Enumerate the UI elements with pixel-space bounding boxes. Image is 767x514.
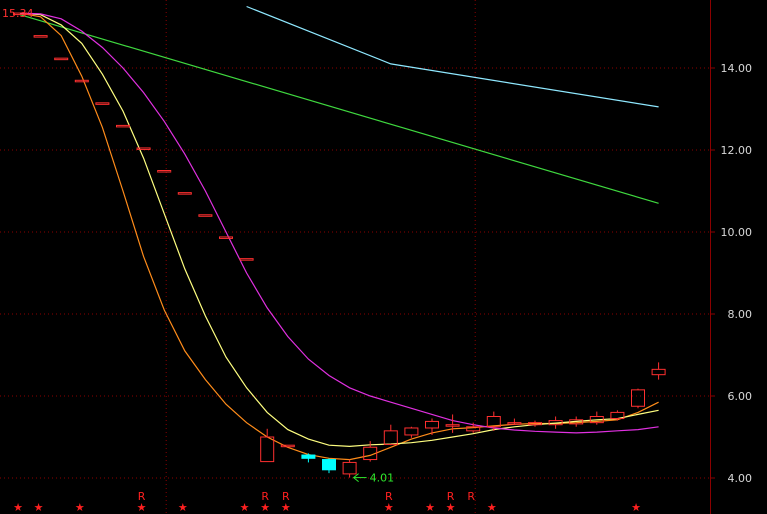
y-tick-label: 6.00 <box>728 390 753 403</box>
star-marker: ★ <box>240 501 250 514</box>
chart-background <box>0 0 767 514</box>
y-tick-label: 8.00 <box>728 308 753 321</box>
star-marker: ★ <box>631 501 641 514</box>
high-price-label: 15.34 <box>2 7 34 20</box>
candle-body <box>301 454 316 459</box>
star-marker: ★ <box>425 501 435 514</box>
star-marker: ★ <box>13 501 23 514</box>
star-marker: ★ <box>178 501 188 514</box>
star-marker: ★ <box>487 501 497 514</box>
r-marker: R <box>467 490 475 503</box>
r-marker: R <box>282 490 290 503</box>
r-marker: R <box>138 490 146 503</box>
y-tick-label: 12.00 <box>721 144 753 157</box>
r-marker: R <box>385 490 393 503</box>
r-marker: R <box>447 490 455 503</box>
candle-body <box>322 459 336 471</box>
r-marker: R <box>261 490 269 503</box>
y-tick-label: 14.00 <box>721 62 753 75</box>
star-marker: ★ <box>75 501 85 514</box>
y-tick-label: 10.00 <box>721 226 753 239</box>
low-price-label: 4.01 <box>370 472 395 485</box>
candlestick-chart: ★ ★ ★ ★ ★ ★ ★ ★ ★ ★ ★ ★ ★R R R R R R 15.34 4.01 4.006.008… <box>0 0 767 514</box>
y-tick-label: 4.00 <box>728 472 753 485</box>
star-marker: ★ <box>34 501 44 514</box>
